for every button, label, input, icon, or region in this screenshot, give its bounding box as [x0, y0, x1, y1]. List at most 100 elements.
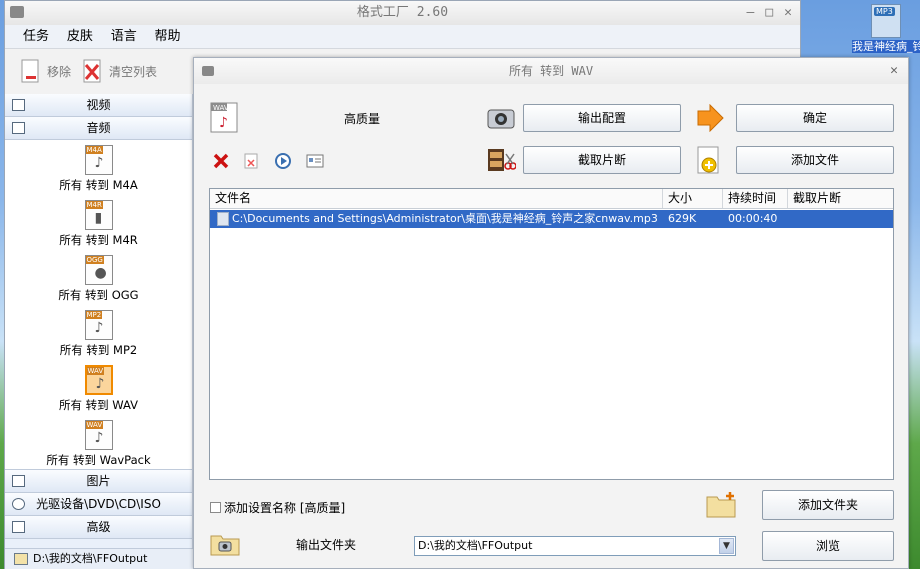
chevron-down-icon[interactable]: ▼	[719, 538, 734, 554]
clear-file-icon[interactable]	[242, 152, 260, 170]
format-badge: M4A	[85, 146, 103, 154]
menu-skin[interactable]: 皮肤	[67, 25, 93, 49]
add-file-button[interactable]: 添加文件	[736, 146, 894, 174]
filename-text: C:\Documents and Settings\Administrator\…	[232, 212, 658, 225]
clear-list-icon	[81, 59, 103, 85]
quality-label: 高质量	[344, 112, 381, 126]
folder-icon	[14, 553, 28, 565]
m4a-file-icon: M4A ♪	[84, 145, 113, 175]
close-icon[interactable]: ✕	[784, 5, 792, 20]
browse-button[interactable]: 浏览	[762, 531, 894, 561]
add-folder-button[interactable]: 添加文件夹	[762, 490, 894, 520]
format-badge: M4R	[85, 201, 103, 209]
status-bar: D:\我的文档\FFOutput	[5, 548, 193, 569]
category-audio-label: 音频	[86, 121, 111, 135]
wav-file-icon: WAV ♪	[84, 365, 113, 395]
format-item-wavpack[interactable]: WAV ♪ 所有 转到 WavPack	[5, 415, 192, 470]
column-size[interactable]: 大小	[663, 189, 723, 208]
add-file-icon	[696, 146, 722, 176]
dialog-close-icon[interactable]: ✕	[890, 58, 898, 84]
sidebar: 视频 音频 M4A ♪ 所有 转到 M4A M4R ▮ 所有 转到 M4R OGG ● 所有…	[5, 94, 193, 569]
music-note-icon	[12, 122, 25, 134]
maximize-icon[interactable]: □	[765, 5, 773, 20]
format-item-wav[interactable]: WAV ♪ 所有 转到 WAV	[5, 360, 192, 415]
ok-button[interactable]: 确定	[736, 104, 894, 132]
remove-button[interactable]: 移除	[19, 59, 71, 85]
add-setting-checkbox[interactable]	[210, 502, 221, 513]
output-folder-icon	[210, 532, 240, 556]
column-clip[interactable]: 截取片断	[788, 189, 893, 208]
table-row[interactable]: C:\Documents and Settings\Administrator\…	[210, 210, 893, 228]
convert-dialog: 所有 转到 WAV ✕ WAV ♪ 高质量 输出配置 确定 截取片断 添加文件 文…	[193, 57, 909, 569]
category-picture[interactable]: 图片	[5, 470, 192, 493]
wavpack-file-icon: WAV ♪	[84, 420, 113, 450]
cell-duration: 00:00:40	[728, 212, 778, 225]
format-label: 所有 转到 OGG	[58, 288, 139, 302]
cell-clip	[788, 210, 893, 228]
clear-list-button[interactable]: 清空列表	[81, 59, 157, 85]
category-video[interactable]: 视频	[5, 94, 192, 117]
format-item-mp2[interactable]: MP2 ♪ 所有 转到 MP2	[5, 305, 192, 360]
format-label: 所有 转到 WavPack	[46, 453, 151, 467]
desktop-file-label: 我是神经病_铃声之家	[852, 40, 920, 53]
category-advanced[interactable]: 高级	[5, 516, 192, 539]
picture-icon	[12, 475, 25, 487]
play-icon[interactable]	[274, 152, 292, 170]
format-badge: WAV	[86, 367, 105, 375]
format-label: 所有 转到 WAV	[58, 398, 139, 412]
menu-language[interactable]: 语言	[111, 25, 137, 49]
output-path-select[interactable]: D:\我的文档\FFOutput ▼	[414, 536, 736, 556]
format-badge: OGG	[85, 256, 104, 264]
cell-filename: C:\Documents and Settings\Administrator\…	[210, 210, 663, 228]
add-setting-label: 添加设置名称 [高质量]	[224, 501, 346, 515]
format-label: 所有 转到 M4R	[59, 233, 138, 247]
format-badge: MP2	[85, 311, 103, 319]
disc-icon	[12, 498, 25, 510]
video-icon	[12, 99, 25, 111]
output-config-button[interactable]: 输出配置	[523, 104, 681, 132]
menu-help[interactable]: 帮助	[155, 25, 181, 49]
output-folder-label: 输出文件夹	[296, 538, 357, 552]
main-title-bar: 格式工厂 2.60 – □ ✕	[5, 1, 800, 25]
dialog-title: 所有 转到 WAV	[508, 64, 594, 78]
audio-file-icon	[217, 212, 229, 226]
file-table: 文件名 大小 持续时间 截取片断 C:\Documents and Settin…	[209, 188, 894, 480]
category-audio[interactable]: 音频	[5, 117, 192, 140]
minimize-icon[interactable]: –	[747, 5, 755, 20]
status-path: D:\我的文档\FFOutput	[33, 552, 148, 565]
app-icon	[10, 6, 24, 18]
settings-camera-icon	[486, 104, 516, 132]
format-item-m4r[interactable]: M4R ▮ 所有 转到 M4R	[5, 195, 192, 250]
column-filename[interactable]: 文件名	[210, 189, 663, 208]
format-label: 所有 转到 MP2	[59, 343, 138, 357]
category-picture-label: 图片	[86, 474, 111, 488]
cell-size: 629K	[668, 212, 697, 225]
clear-list-label: 清空列表	[109, 65, 158, 79]
menu-bar: 任务 皮肤 语言 帮助	[5, 25, 800, 49]
desktop-file-icon[interactable]: MP3 我是神经病_铃声之家	[852, 4, 920, 53]
category-rom-label: 光驱设备\DVD\CD\ISO	[36, 497, 161, 511]
column-duration[interactable]: 持续时间	[723, 189, 788, 208]
wav-format-icon: WAV ♪	[210, 102, 238, 133]
table-header: 文件名 大小 持续时间 截取片断	[210, 189, 893, 209]
dialog-app-icon	[202, 66, 214, 76]
mp2-file-icon: MP2 ♪	[84, 310, 113, 340]
advanced-icon	[12, 521, 25, 533]
svg-text:WAV: WAV	[213, 104, 229, 112]
category-rom[interactable]: 光驱设备\DVD\CD\ISO	[5, 493, 192, 516]
dialog-title-bar: 所有 转到 WAV ✕	[194, 58, 908, 84]
format-item-ogg[interactable]: OGG ● 所有 转到 OGG	[5, 250, 192, 305]
menu-task[interactable]: 任务	[23, 25, 49, 49]
main-title: 格式工厂 2.60	[356, 5, 449, 20]
output-path-value: D:\我的文档\FFOutput	[418, 539, 533, 552]
m4r-file-icon: M4R ▮	[84, 200, 113, 230]
clip-button[interactable]: 截取片断	[523, 146, 681, 174]
delete-icon[interactable]	[212, 152, 230, 170]
format-label: 所有 转到 M4A	[59, 178, 138, 192]
format-item-m4a[interactable]: M4A ♪ 所有 转到 M4A	[5, 140, 192, 195]
remove-icon	[19, 59, 41, 85]
info-icon[interactable]	[306, 153, 324, 169]
category-video-label: 视频	[86, 98, 111, 112]
arrow-right-icon	[696, 103, 724, 133]
file-badge: MP3	[874, 7, 895, 16]
